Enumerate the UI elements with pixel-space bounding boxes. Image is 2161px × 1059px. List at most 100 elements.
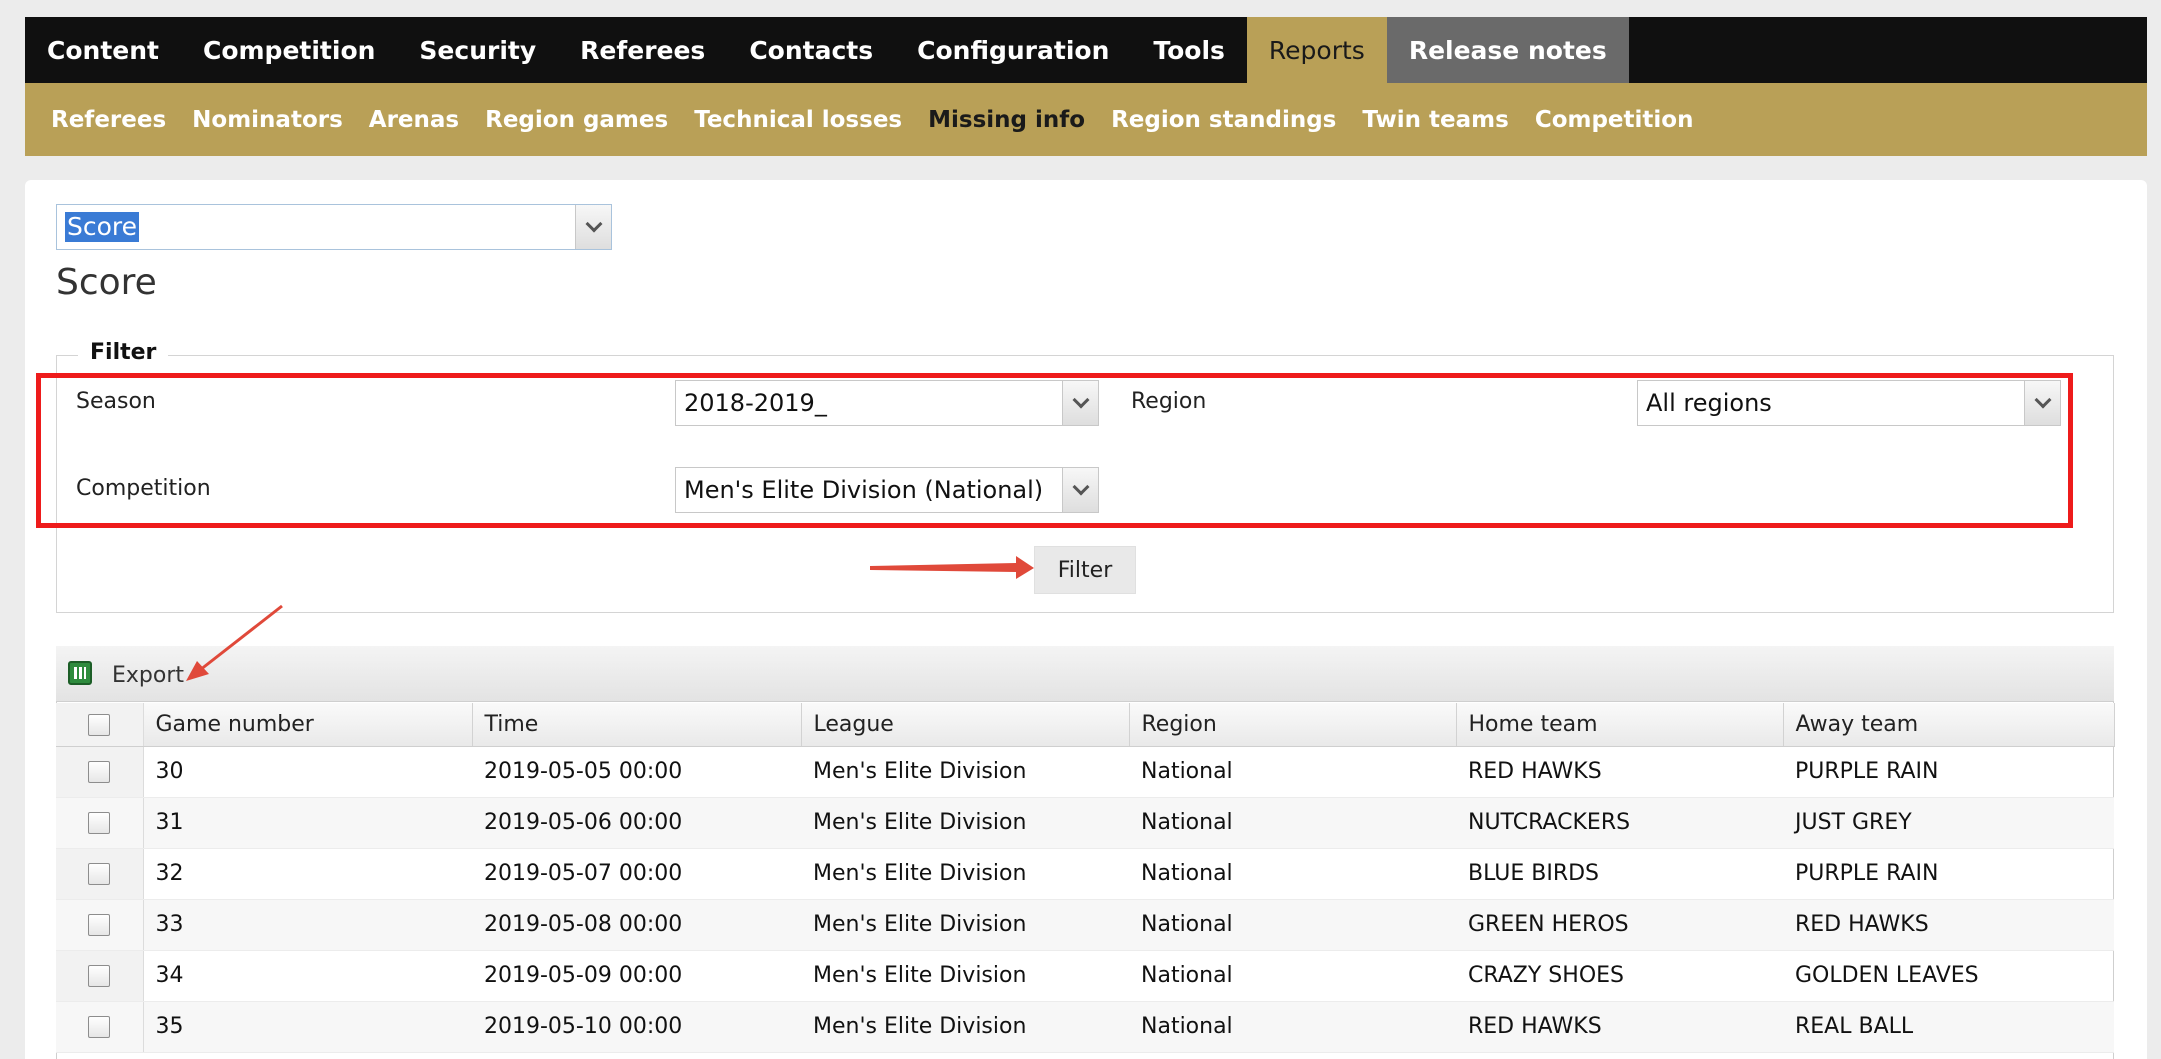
sub-nav-referees[interactable]: Referees — [38, 107, 179, 133]
cell-away-team: REAL BALL — [1783, 1001, 2114, 1053]
top-nav-reports[interactable]: Reports — [1246, 17, 1387, 83]
top-nav-content[interactable]: Content — [25, 17, 181, 83]
row-checkbox[interactable] — [88, 761, 111, 783]
top-nav-release-notes[interactable]: Release notes — [1386, 17, 1629, 83]
region-label: Region — [1131, 389, 1207, 414]
sub-nav-region-games[interactable]: Region games — [472, 107, 681, 133]
sub-nav-technical-losses[interactable]: Technical losses — [681, 107, 915, 133]
cell-region: National — [1129, 848, 1456, 900]
cell-league: Men's Elite Division — [801, 746, 1129, 798]
cell-away-team: RED HAWKS — [1783, 899, 2114, 951]
cell-home-team: RED HAWKS — [1456, 1001, 1783, 1053]
sub-nav-missing-info[interactable]: Missing info — [915, 107, 1098, 133]
row-checkbox[interactable] — [88, 863, 111, 885]
cell-away-team: PURPLE RAIN — [1783, 848, 2114, 900]
cell-away-team: JUST GREY — [1783, 797, 2114, 849]
top-nav-security[interactable]: Security — [397, 17, 558, 83]
report-type-select[interactable]: Score — [56, 204, 612, 250]
region-select[interactable]: All regions — [1637, 380, 2061, 426]
cell-time: 2019-05-08 00:00 — [472, 899, 801, 951]
row-checkbox[interactable] — [88, 1016, 111, 1038]
cell-game-number: 34 — [143, 950, 472, 1002]
select-all-checkbox[interactable] — [88, 713, 111, 736]
sub-nav-arenas[interactable]: Arenas — [356, 107, 472, 133]
chevron-down-icon[interactable] — [2024, 381, 2060, 425]
top-nav-tools[interactable]: Tools — [1131, 17, 1247, 83]
row-checkbox-cell — [56, 746, 144, 798]
page-title: Score — [56, 262, 157, 303]
row-checkbox-cell — [56, 1001, 144, 1053]
season-label: Season — [76, 389, 156, 414]
filter-button[interactable]: Filter — [1034, 546, 1136, 594]
chevron-down-icon[interactable] — [575, 205, 611, 249]
column-header[interactable]: Region — [1129, 703, 1457, 747]
row-checkbox-cell — [56, 797, 144, 849]
row-checkbox[interactable] — [88, 965, 111, 987]
row-checkbox[interactable] — [88, 914, 111, 936]
table-row[interactable]: 33 2019-05-08 00:00 Men's Elite Division… — [56, 899, 2114, 951]
sub-nav-region-standings[interactable]: Region standings — [1098, 107, 1349, 133]
cell-game-number: 31 — [143, 797, 472, 849]
top-nav-configuration[interactable]: Configuration — [895, 17, 1131, 83]
sub-nav-nominators[interactable]: Nominators — [179, 107, 356, 133]
cell-league: Men's Elite Division — [801, 848, 1129, 900]
results-table: Game number Time League Region Home team… — [56, 703, 2115, 1053]
cell-home-team: BLUE BIRDS — [1456, 848, 1783, 900]
grid-toolbar — [56, 646, 2114, 702]
cell-away-team: GOLDEN LEAVES — [1783, 950, 2114, 1002]
sub-nav-twin-teams[interactable]: Twin teams — [1349, 107, 1521, 133]
row-checkbox-cell — [56, 899, 144, 951]
table-row[interactable]: 32 2019-05-07 00:00 Men's Elite Division… — [56, 848, 2114, 900]
chevron-down-icon[interactable] — [1062, 381, 1098, 425]
cell-region: National — [1129, 797, 1456, 849]
table-row[interactable]: 30 2019-05-05 00:00 Men's Elite Division… — [56, 746, 2114, 798]
cell-time: 2019-05-07 00:00 — [472, 848, 801, 900]
cell-league: Men's Elite Division — [801, 1001, 1129, 1053]
cell-region: National — [1129, 950, 1456, 1002]
table-header-row: Game number Time League Region Home team… — [56, 703, 2115, 747]
top-nav-competition[interactable]: Competition — [181, 17, 397, 83]
cell-time: 2019-05-10 00:00 — [472, 1001, 801, 1053]
row-checkbox-cell — [56, 950, 144, 1002]
filter-legend: Filter — [78, 340, 169, 365]
top-nav-contacts[interactable]: Contacts — [727, 17, 895, 83]
cell-region: National — [1129, 899, 1456, 951]
cell-home-team: CRAZY SHOES — [1456, 950, 1783, 1002]
top-nav: Content Competition Security Referees Co… — [25, 17, 2147, 83]
table-row[interactable]: 31 2019-05-06 00:00 Men's Elite Division… — [56, 797, 2114, 849]
export-button[interactable]: Export — [112, 663, 184, 688]
cell-home-team: RED HAWKS — [1456, 746, 1783, 798]
table-row[interactable]: 34 2019-05-09 00:00 Men's Elite Division… — [56, 950, 2114, 1002]
column-header[interactable]: Game number — [143, 703, 473, 747]
competition-value: Men's Elite Division (National) — [684, 476, 1044, 504]
column-header[interactable]: Time — [472, 703, 802, 747]
season-value: 2018-2019_ — [684, 389, 827, 417]
cell-game-number: 32 — [143, 848, 472, 900]
cell-league: Men's Elite Division — [801, 950, 1129, 1002]
row-checkbox[interactable] — [88, 812, 111, 834]
select-all-cell — [56, 703, 144, 747]
cell-region: National — [1129, 1001, 1456, 1053]
cell-league: Men's Elite Division — [801, 899, 1129, 951]
column-header[interactable]: Away team — [1783, 703, 2115, 747]
cell-home-team: NUTCRACKERS — [1456, 797, 1783, 849]
sub-nav: Referees Nominators Arenas Region games … — [25, 83, 2147, 156]
competition-label: Competition — [76, 476, 211, 501]
cell-region: National — [1129, 746, 1456, 798]
row-checkbox-cell — [56, 848, 144, 900]
cell-time: 2019-05-09 00:00 — [472, 950, 801, 1002]
column-header[interactable]: Home team — [1456, 703, 1784, 747]
sub-nav-competition[interactable]: Competition — [1522, 107, 1707, 133]
region-value: All regions — [1646, 389, 1772, 417]
top-nav-referees[interactable]: Referees — [558, 17, 727, 83]
competition-select[interactable]: Men's Elite Division (National) — [675, 467, 1099, 513]
report-type-value: Score — [65, 212, 140, 242]
column-header[interactable]: League — [801, 703, 1130, 747]
season-select[interactable]: 2018-2019_ — [675, 380, 1099, 426]
chevron-down-icon[interactable] — [1062, 468, 1098, 512]
table-row[interactable]: 35 2019-05-10 00:00 Men's Elite Division… — [56, 1001, 2114, 1053]
cell-league: Men's Elite Division — [801, 797, 1129, 849]
excel-icon[interactable] — [68, 661, 92, 685]
cell-game-number: 35 — [143, 1001, 472, 1053]
cell-home-team: GREEN HEROS — [1456, 899, 1783, 951]
